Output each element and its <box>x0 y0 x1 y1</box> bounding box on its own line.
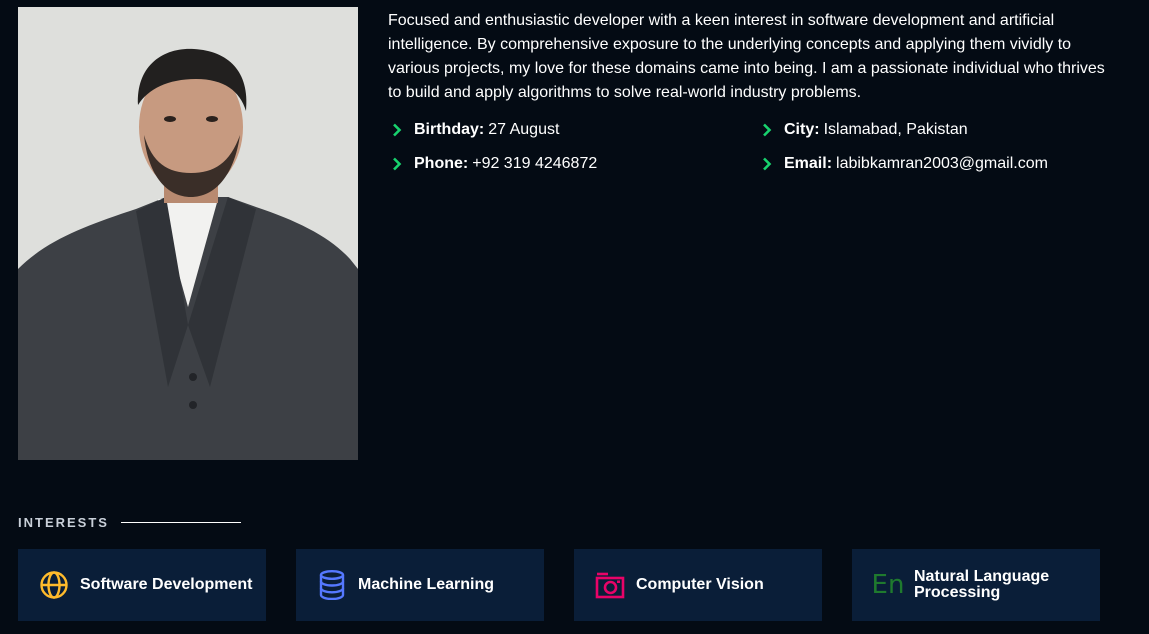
detail-city: City: Islamabad, Pakistan <box>762 118 1132 142</box>
globe-icon <box>38 569 70 601</box>
camera-icon <box>594 569 626 601</box>
detail-label: Birthday: <box>414 121 485 138</box>
interests-title: INTERESTS <box>18 515 109 530</box>
detail-phone: Phone: +92 319 4246872 <box>392 152 762 176</box>
detail-label: Phone: <box>414 155 469 172</box>
interest-card-software-development[interactable]: Software Development <box>18 549 266 621</box>
detail-value: Islamabad, Pakistan <box>823 121 968 138</box>
profile-photo <box>18 7 358 460</box>
detail-value: +92 319 4246872 <box>472 155 598 172</box>
chevron-right-icon <box>392 157 414 171</box>
title-divider <box>120 522 241 523</box>
interest-card-machine-learning[interactable]: Machine Learning <box>296 549 544 621</box>
bio-text: Focused and enthusiastic developer with … <box>388 12 1105 101</box>
chevron-right-icon <box>762 157 784 171</box>
chevron-right-icon <box>762 123 784 137</box>
interest-label: Machine Learning <box>358 576 495 593</box>
chevron-right-icon <box>392 123 414 137</box>
detail-value: labibkamran2003@gmail.com <box>836 155 1048 172</box>
interests-grid: Software Development Machine Learning Co… <box>18 549 1100 621</box>
detail-email: Email: labibkamran2003@gmail.com <box>762 152 1132 176</box>
detail-value: 27 August <box>488 121 560 138</box>
detail-birthday: Birthday: 27 August <box>392 118 762 142</box>
detail-label: City: <box>784 121 820 138</box>
interest-label: Software Development <box>80 576 253 593</box>
database-icon <box>316 569 348 601</box>
en-letters-icon: En <box>871 570 905 600</box>
interests-header: INTERESTS <box>18 515 241 530</box>
interest-card-computer-vision[interactable]: Computer Vision <box>574 549 822 621</box>
personal-details: Birthday: 27 August City: Islamabad, Pak… <box>392 118 1132 176</box>
interest-label: Computer Vision <box>636 576 764 593</box>
interest-card-natural-language-processing[interactable]: En Natural Language Processing <box>852 549 1100 621</box>
detail-label: Email: <box>784 155 833 172</box>
interest-label: Natural Language Processing <box>914 568 1050 601</box>
